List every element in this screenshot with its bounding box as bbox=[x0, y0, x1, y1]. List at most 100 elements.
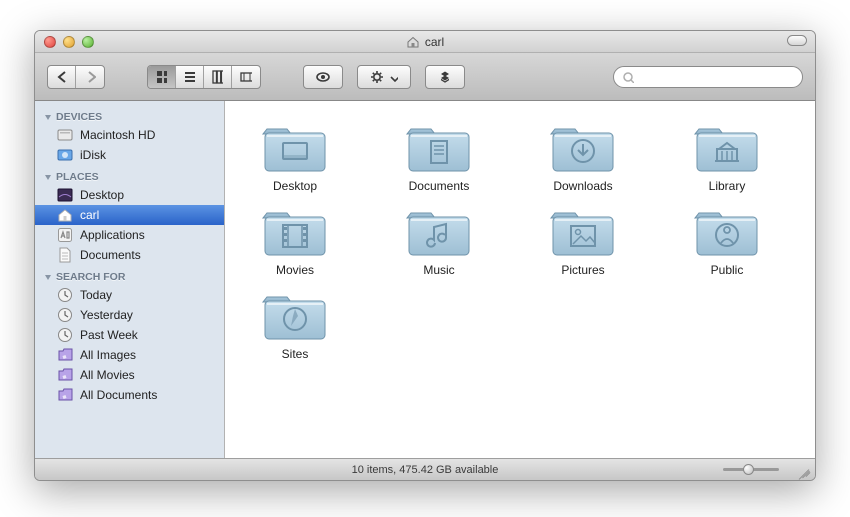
folder-label: Sites bbox=[282, 347, 309, 361]
column-view-button[interactable] bbox=[204, 66, 232, 88]
dropbox-button[interactable] bbox=[425, 65, 465, 89]
folder-desktop[interactable]: Desktop bbox=[235, 119, 355, 193]
resize-handle[interactable] bbox=[797, 464, 811, 478]
columns-icon bbox=[212, 70, 223, 84]
sidebar-section-header[interactable]: DEVICES bbox=[35, 105, 224, 125]
search-field[interactable] bbox=[613, 66, 803, 88]
forward-button[interactable] bbox=[76, 66, 104, 88]
sidebar-item-idisk[interactable]: iDisk bbox=[35, 145, 224, 165]
sidebar: DEVICES Macintosh HD iDisk PLACES Desktop car… bbox=[35, 101, 225, 458]
chevron-down-icon bbox=[388, 72, 398, 82]
toolbar-toggle-button[interactable] bbox=[787, 35, 807, 46]
sidebar-item-label: All Documents bbox=[80, 388, 157, 402]
folder-music[interactable]: Music bbox=[379, 203, 499, 277]
folder-icon bbox=[261, 119, 329, 175]
quicklook-button[interactable] bbox=[303, 65, 343, 89]
folder-documents[interactable]: Documents bbox=[379, 119, 499, 193]
sidebar-item-all-movies[interactable]: All Movies bbox=[35, 365, 224, 385]
disclosure-triangle-icon bbox=[43, 173, 52, 182]
folder-label: Public bbox=[711, 263, 744, 277]
sidebar-item-desktop[interactable]: Desktop bbox=[35, 185, 224, 205]
status-bar: 10 items, 475.42 GB available bbox=[35, 458, 815, 480]
folder-downloads[interactable]: Downloads bbox=[523, 119, 643, 193]
clock-icon bbox=[57, 327, 73, 343]
icon-view-button[interactable] bbox=[148, 66, 176, 88]
icon-size-slider[interactable] bbox=[723, 468, 779, 471]
folder-label: Pictures bbox=[561, 263, 604, 277]
back-button[interactable] bbox=[48, 66, 76, 88]
sidebar-item-label: Today bbox=[80, 288, 112, 302]
smart-icon bbox=[57, 367, 73, 383]
back-icon bbox=[56, 70, 67, 84]
folder-label: Movies bbox=[276, 263, 314, 277]
folder-label: Library bbox=[709, 179, 746, 193]
sidebar-item-label: Macintosh HD bbox=[80, 128, 155, 142]
view-mode-segment bbox=[147, 65, 261, 89]
dropbox-icon bbox=[438, 70, 452, 84]
window-title-text: carl bbox=[425, 35, 444, 49]
toolbar bbox=[35, 53, 815, 101]
titlebar[interactable]: carl bbox=[35, 31, 815, 53]
grid-icon bbox=[156, 70, 167, 84]
sidebar-item-label: All Movies bbox=[80, 368, 135, 382]
nav-segment bbox=[47, 65, 105, 89]
clock-icon bbox=[57, 287, 73, 303]
disclosure-triangle-icon bbox=[43, 273, 52, 282]
sidebar-item-all-images[interactable]: All Images bbox=[35, 345, 224, 365]
search-input[interactable] bbox=[638, 71, 794, 83]
folder-pictures[interactable]: Pictures bbox=[523, 203, 643, 277]
list-icon bbox=[184, 70, 195, 84]
home-icon bbox=[406, 35, 420, 49]
zoom-button[interactable] bbox=[82, 36, 94, 48]
folder-label: Desktop bbox=[273, 179, 317, 193]
folder-icon bbox=[261, 287, 329, 343]
sidebar-section-label: DEVICES bbox=[56, 111, 102, 123]
home-icon bbox=[57, 207, 73, 223]
sidebar-item-label: iDisk bbox=[80, 148, 106, 162]
folder-movies[interactable]: Movies bbox=[235, 203, 355, 277]
list-view-button[interactable] bbox=[176, 66, 204, 88]
minimize-button[interactable] bbox=[63, 36, 75, 48]
folder-public[interactable]: Public bbox=[667, 203, 787, 277]
folder-icon bbox=[549, 203, 617, 259]
sidebar-item-macintosh-hd[interactable]: Macintosh HD bbox=[35, 125, 224, 145]
disclosure-triangle-icon bbox=[43, 113, 52, 122]
sidebar-item-today[interactable]: Today bbox=[35, 285, 224, 305]
sidebar-item-yesterday[interactable]: Yesterday bbox=[35, 305, 224, 325]
sidebar-item-label: Yesterday bbox=[80, 308, 133, 322]
doc-icon bbox=[57, 247, 73, 263]
status-text: 10 items, 475.42 GB available bbox=[352, 464, 499, 476]
eye-icon bbox=[316, 70, 330, 84]
content-area[interactable]: Desktop Documents Downloads Library Movies Mu… bbox=[225, 101, 815, 458]
folder-sites[interactable]: Sites bbox=[235, 287, 355, 361]
coverflow-icon bbox=[240, 70, 252, 84]
folder-label: Documents bbox=[409, 179, 470, 193]
sidebar-section-header[interactable]: SEARCH FOR bbox=[35, 265, 224, 285]
sidebar-item-all-documents[interactable]: All Documents bbox=[35, 385, 224, 405]
folder-icon bbox=[261, 203, 329, 259]
sidebar-item-carl[interactable]: carl bbox=[35, 205, 224, 225]
desktop-icon bbox=[57, 187, 73, 203]
action-menu-button[interactable] bbox=[357, 65, 411, 89]
close-button[interactable] bbox=[44, 36, 56, 48]
coverflow-view-button[interactable] bbox=[232, 66, 260, 88]
sidebar-section-header[interactable]: PLACES bbox=[35, 165, 224, 185]
sidebar-item-applications[interactable]: Applications bbox=[35, 225, 224, 245]
folder-label: Downloads bbox=[553, 179, 612, 193]
app-icon bbox=[57, 227, 73, 243]
sidebar-item-documents[interactable]: Documents bbox=[35, 245, 224, 265]
sidebar-item-label: Past Week bbox=[80, 328, 138, 342]
search-icon bbox=[622, 71, 634, 83]
sidebar-item-past-week[interactable]: Past Week bbox=[35, 325, 224, 345]
folder-library[interactable]: Library bbox=[667, 119, 787, 193]
forward-icon bbox=[84, 70, 96, 84]
finder-window: carl DEVICESMacintosh HDiDiskPLACESDeskt… bbox=[34, 30, 816, 481]
folder-icon bbox=[405, 119, 473, 175]
idisk-icon bbox=[57, 147, 73, 163]
sidebar-section-label: SEARCH FOR bbox=[56, 271, 125, 283]
folder-icon bbox=[549, 119, 617, 175]
gear-icon bbox=[370, 70, 384, 84]
folder-icon bbox=[405, 203, 473, 259]
folder-icon bbox=[693, 119, 761, 175]
sidebar-item-label: Desktop bbox=[80, 188, 124, 202]
